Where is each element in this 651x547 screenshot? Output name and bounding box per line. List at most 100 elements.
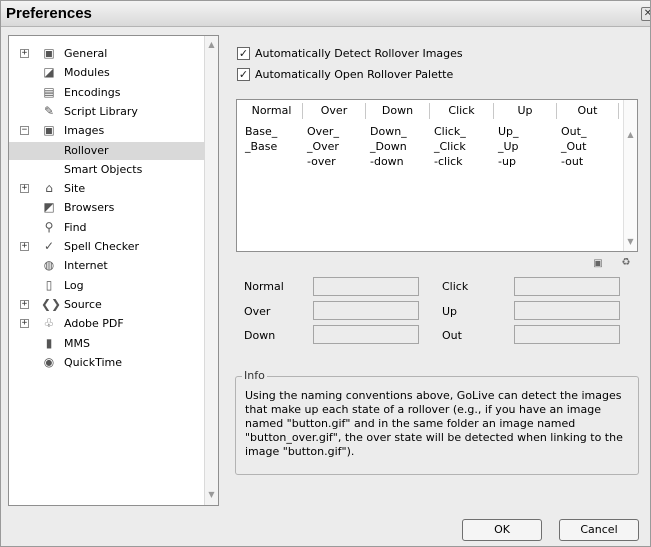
sidebar-item-label: QuickTime [64,355,123,369]
column-header-up[interactable]: Up [494,103,557,119]
expand-icon[interactable]: + [20,242,29,251]
script-library-icon: ✎ [43,103,55,118]
table-scroll-up-icon[interactable]: ▲ [624,128,637,141]
table-cell[interactable]: Click_ [434,125,466,139]
column-header-click[interactable]: Click [430,103,494,119]
open-palette-checkbox[interactable]: ✓ [237,68,250,81]
table-cell[interactable]: Out_ [561,125,586,139]
sidebar-item-log[interactable]: ▯ Log [9,277,205,295]
sidebar-item-find[interactable]: ⚲ Find [9,219,205,237]
collapse-icon[interactable]: − [20,126,29,136]
sidebar-item-label: Spell Checker [64,240,140,253]
table-cell[interactable]: _Down [370,140,407,154]
up-label: Up [442,305,458,318]
click-label: Click [442,280,469,293]
source-icon: ❮❯ [41,296,62,311]
out-label: Out [442,329,462,342]
site-icon: ⌂ [45,181,53,196]
sidebar-item-images[interactable]: − ▣ Images [9,122,205,140]
sidebar-item-label: Site [64,182,86,196]
sidebar-item-browsers[interactable]: ◩ Browsers [9,199,205,217]
sidebar-item-internet[interactable]: ◍ Internet [9,257,205,275]
new-entry-icon[interactable]: ▣ [592,258,604,270]
close-icon[interactable]: ✕ [641,7,650,21]
title-bar[interactable]: Preferences ✕ [1,1,650,27]
over-label: Over [244,305,271,318]
column-header-down[interactable]: Down [366,103,430,119]
sidebar-item-encodings[interactable]: ▤ Encodings [9,84,205,102]
table-cell[interactable]: -click [434,155,463,169]
column-header-out[interactable]: Out [557,103,619,119]
detect-rollover-checkbox[interactable]: ✓ [237,47,250,60]
table-cell[interactable]: -over [307,155,336,169]
modules-icon: ◪ [43,65,55,80]
table-cell[interactable]: _Click [434,140,466,154]
sidebar-item-source[interactable]: + ❮❯ Source [9,296,205,314]
sidebar-item-label: Find [64,220,87,234]
click-field[interactable] [514,277,620,296]
table-cell[interactable]: -up [498,155,516,169]
sidebar-item-rollover[interactable]: Rollover [9,141,205,160]
table-cell[interactable]: Over_ [307,125,339,139]
expand-icon[interactable]: + [20,184,29,194]
adobe-pdf-icon: ♧ [43,316,55,331]
table-cell[interactable]: _Over [307,140,339,154]
table-cell[interactable]: Down_ [370,125,407,139]
sidebar-item-mms[interactable]: ▮ MMS [9,335,205,353]
internet-icon: ◍ [43,258,55,273]
scroll-down-icon[interactable]: ▼ [205,488,218,501]
ok-button[interactable]: OK [462,519,542,541]
sidebar-item-smart-objects[interactable]: Smart Objects [9,161,205,179]
expand-icon[interactable]: + [20,49,29,58]
sidebar-item-general[interactable]: + ▣ General [9,45,205,63]
sidebar-item-adobe-pdf[interactable]: + ♧ Adobe PDF [9,315,205,333]
spell-checker-icon: ✓ [43,239,55,253]
table-cell[interactable]: Up_ [498,125,519,139]
over-field[interactable] [313,301,419,320]
up-field[interactable] [514,301,620,320]
info-text: Using the naming conventions above, GoLi… [245,389,623,458]
table-cell[interactable]: -down [370,155,404,169]
expand-icon[interactable]: + [20,319,29,329]
table-scrollbar[interactable]: ▲ ▼ [623,100,637,251]
sidebar-item-label: Adobe PDF [64,317,124,331]
info-title: Info [242,369,267,382]
table-cell[interactable]: -out [561,155,583,169]
down-field[interactable] [313,325,419,344]
normal-field[interactable] [313,277,419,296]
column-header-over[interactable]: Over [303,103,366,119]
cancel-button[interactable]: Cancel [559,519,639,541]
out-field[interactable] [514,325,620,344]
sidebar-item-label: Smart Objects [64,162,143,176]
sidebar-item-label: Internet [64,259,108,273]
table-scroll-down-icon[interactable]: ▼ [624,235,637,248]
expand-icon[interactable]: + [20,299,29,309]
sidebar-item-label: Images [64,124,105,138]
preferences-window: Preferences ✕ ▲ ▼ + ▣ General ◪ Modules ▤ Enco… [0,0,651,547]
quicktime-icon: ◉ [43,354,55,369]
mms-icon: ▮ [45,335,53,350]
table-cell[interactable]: _Up [498,140,519,154]
table-cell[interactable]: Base_ [245,125,277,139]
column-header-normal[interactable]: Normal [241,103,303,119]
open-palette-label: Automatically Open Rollover Palette [255,68,454,81]
sidebar-item-quicktime[interactable]: ◉ QuickTime [9,354,205,372]
sidebar-item-label: Modules [64,66,110,80]
sidebar-item-label: Source [64,297,102,311]
sidebar-item-label: Script Library [64,104,138,118]
category-tree: ▲ ▼ + ▣ General ◪ Modules ▤ Encodings ✎ Script L… [8,35,219,506]
trash-icon[interactable]: ♻ [620,257,632,269]
scroll-up-icon[interactable]: ▲ [205,38,218,51]
sidebar-item-label: Encodings [64,85,121,99]
encodings-icon: ▤ [43,84,55,99]
table-cell[interactable]: _Base [245,140,277,154]
sidebar-item-spell-checker[interactable]: + ✓ Spell Checker [9,238,205,256]
sidebar-item-label: Rollover [64,143,109,157]
sidebar-item-site[interactable]: + ⌂ Site [9,180,205,198]
sidebar-item-script-library[interactable]: ✎ Script Library [9,103,205,121]
images-icon: ▣ [43,123,55,138]
table-cell[interactable]: _Out [561,140,586,154]
sidebar-item-modules[interactable]: ◪ Modules [9,64,205,82]
sidebar-scrollbar[interactable]: ▲ ▼ [204,36,218,505]
sidebar-item-label: General [64,47,108,60]
